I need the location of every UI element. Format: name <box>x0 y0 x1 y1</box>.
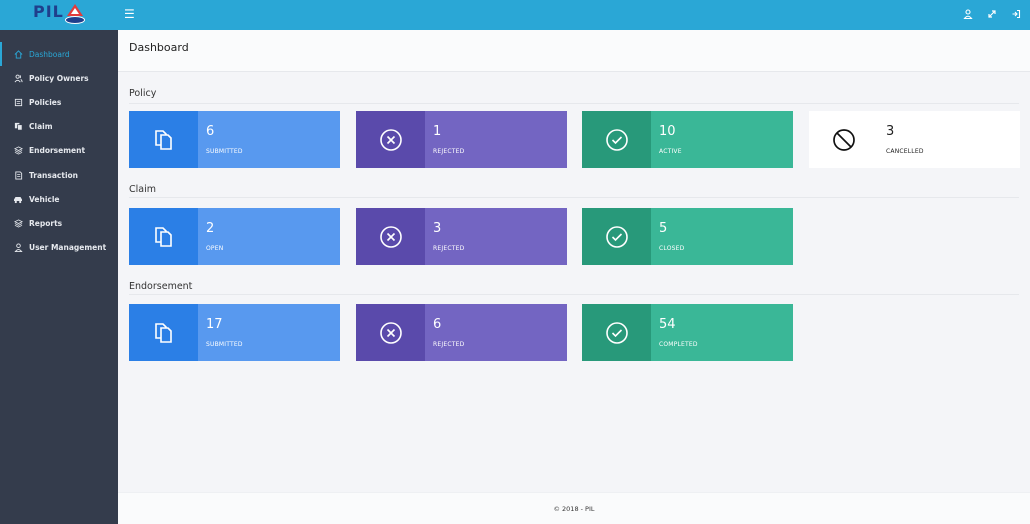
logout-icon[interactable] <box>1010 7 1022 21</box>
sidebar-item-policies[interactable]: Policies <box>0 90 118 114</box>
card-label: ACTIVE <box>659 148 682 155</box>
card-value: 3 <box>433 221 442 236</box>
section-title-policy: Policy <box>129 88 157 99</box>
section-divider <box>129 197 1019 198</box>
card-value: 3 <box>886 124 895 139</box>
policy-rejected-card[interactable]: 1 REJECTED <box>356 111 567 168</box>
claim-open-card[interactable]: 2 OPEN <box>129 208 340 265</box>
sidebar-item-policy-owners[interactable]: Policy Owners <box>0 66 118 90</box>
documents-icon <box>154 226 172 247</box>
card-label: COMPLETED <box>659 341 698 348</box>
policy-submitted-card[interactable]: 6 SUBMITTED <box>129 111 340 168</box>
layers-icon <box>13 218 23 228</box>
sidebar-item-label: Endorsement <box>29 146 86 156</box>
reject-circle-icon <box>379 225 402 248</box>
files-icon <box>13 122 23 132</box>
section-title-claim: Claim <box>129 184 156 195</box>
card-label: OPEN <box>206 245 224 252</box>
expand-icon[interactable] <box>986 7 998 21</box>
sidebar-item-label: Dashboard <box>29 49 70 59</box>
section-title-endorsement: Endorsement <box>129 281 193 292</box>
policy-active-card[interactable]: 10 ACTIVE <box>582 111 793 168</box>
sidebar-item-label: Reports <box>29 218 63 228</box>
document-icon <box>13 97 23 107</box>
car-icon <box>13 194 23 204</box>
section-divider <box>129 294 1019 295</box>
card-label: REJECTED <box>433 341 465 348</box>
sidebar-item-claim[interactable]: Claim <box>0 115 118 139</box>
top-bar: PIL ☰ <box>0 0 1030 30</box>
footer: © 2018 - PIL <box>118 492 1030 524</box>
sidebar-item-vehicle[interactable]: Vehicle <box>0 187 118 211</box>
sidebar-item-label: Vehicle <box>29 194 60 204</box>
pil-logo[interactable]: PIL <box>30 2 90 28</box>
endorsement-submitted-card[interactable]: 17 SUBMITTED <box>129 304 340 361</box>
sidebar-item-label: Transaction <box>29 170 79 180</box>
reject-circle-icon <box>379 128 402 151</box>
endorsement-rejected-card[interactable]: 6 REJECTED <box>356 304 567 361</box>
page-header: Dashboard <box>118 30 1030 72</box>
card-label: SUBMITTED <box>206 341 243 348</box>
check-circle-icon <box>605 321 628 344</box>
check-circle-icon <box>605 225 628 248</box>
sidebar-item-user-management[interactable]: User Management <box>0 236 118 260</box>
sidebar-item-reports[interactable]: Reports <box>0 211 118 235</box>
page-title: Dashboard <box>129 41 189 54</box>
card-label: CLOSED <box>659 245 685 252</box>
card-label: CANCELLED <box>886 148 924 155</box>
sidebar-item-label: Policy Owners <box>29 73 89 83</box>
logo-emblem-icon <box>65 16 85 24</box>
check-circle-icon <box>605 128 628 151</box>
sidebar-item-transaction[interactable]: Transaction <box>0 163 118 187</box>
section-divider <box>129 103 1019 104</box>
card-label: REJECTED <box>433 148 465 155</box>
card-value: 6 <box>433 317 442 332</box>
card-value: 5 <box>659 221 668 236</box>
logo-triangle-icon <box>67 4 83 16</box>
claim-rejected-card[interactable]: 3 REJECTED <box>356 208 567 265</box>
reject-circle-icon <box>379 321 402 344</box>
policy-cancelled-card[interactable]: 3 CANCELLED <box>809 111 1020 168</box>
card-icon <box>13 170 23 180</box>
sidebar-item-label: Claim <box>29 122 53 132</box>
card-value: 2 <box>206 221 215 236</box>
cancel-ban-icon <box>832 128 855 151</box>
card-value: 17 <box>206 317 223 332</box>
card-value: 54 <box>659 317 676 332</box>
claim-closed-card[interactable]: 5 CLOSED <box>582 208 793 265</box>
layers-icon <box>13 146 23 156</box>
user-icon[interactable] <box>962 7 974 21</box>
sidebar: Dashboard Policy Owners Policies Claim E… <box>0 30 118 524</box>
card-value: 6 <box>206 124 215 139</box>
sidebar-item-label: User Management <box>29 243 107 253</box>
sidebar-item-dashboard[interactable]: Dashboard <box>0 42 118 67</box>
documents-icon <box>154 322 172 343</box>
sidebar-item-endorsement[interactable]: Endorsement <box>0 139 118 163</box>
sidebar-item-label: Policies <box>29 97 62 107</box>
home-icon <box>13 49 23 59</box>
card-value: 1 <box>433 124 442 139</box>
card-label: REJECTED <box>433 245 465 252</box>
hamburger-icon[interactable]: ☰ <box>124 7 135 21</box>
documents-icon <box>154 129 172 150</box>
user-icon <box>13 243 23 253</box>
users-icon <box>13 73 23 83</box>
copyright-text: © 2018 - PIL <box>553 505 595 513</box>
endorsement-completed-card[interactable]: 54 COMPLETED <box>582 304 793 361</box>
card-value: 10 <box>659 124 676 139</box>
logo-text: PIL <box>33 2 64 21</box>
card-label: SUBMITTED <box>206 148 243 155</box>
